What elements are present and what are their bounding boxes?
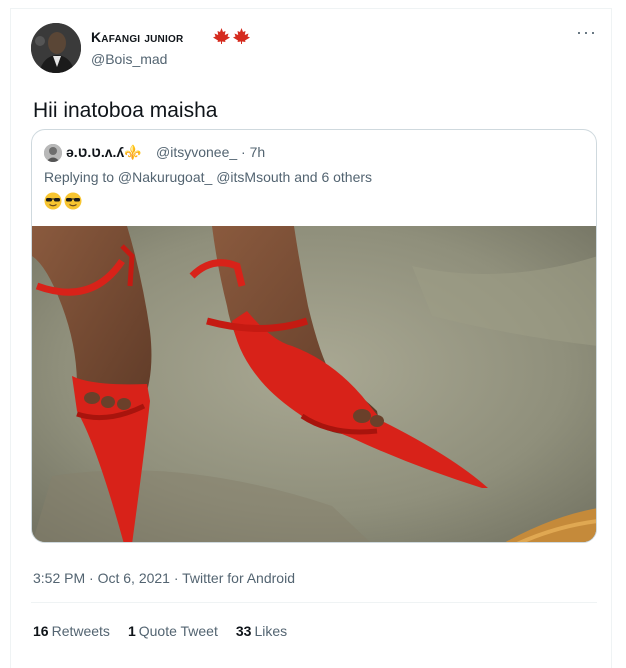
ellipsis-icon[interactable]: ···: [576, 23, 597, 41]
maple-leaf-icon: [233, 28, 250, 44]
quote-photo[interactable]: [32, 226, 596, 542]
sunglasses-emoji-icon: [64, 192, 82, 210]
tweet-timestamp[interactable]: 3:52 PM · Oct 6, 2021 · Twitter for Andr…: [33, 570, 295, 586]
quote-replying-to: Replying to @Nakurugoat_ @itsMsouth and …: [44, 169, 373, 185]
tweet-card: Kafangi junior @Bois_mad ··· Hii inatobo…: [10, 8, 612, 668]
likes-stat[interactable]: 33 Likes: [236, 623, 287, 639]
author-handle[interactable]: @Bois_mad: [91, 51, 167, 67]
divider: [31, 602, 597, 603]
retweets-stat[interactable]: 16 Retweets: [33, 623, 110, 639]
quote-tweets-count: 1: [127, 623, 136, 639]
maple-leaf-icon: [213, 28, 230, 44]
quote-author-avatar: [44, 144, 62, 162]
tweet-text: Hii inatoboa maisha: [33, 99, 218, 122]
sunglasses-emoji-icon: [44, 192, 62, 210]
author-avatar[interactable]: [31, 23, 81, 73]
quoted-tweet[interactable]: ə.ט.ט.ʌ.ʎ⚜️ @itsyvonee_ · 7h Replying to…: [31, 129, 597, 543]
flag-emojis: [213, 28, 250, 44]
quote-tweets-label: Quote Tweet: [138, 623, 218, 639]
retweets-label: Retweets: [51, 623, 110, 639]
likes-label: Likes: [254, 623, 288, 639]
retweets-count: 16: [33, 623, 49, 639]
likes-count: 33: [235, 623, 252, 639]
engagement-stats: 16 Retweets 1 Quote Tweet 33 Likes: [33, 623, 287, 639]
quote-emoji: [44, 192, 82, 210]
quote-author-handle: @itsyvonee_ · 7h: [156, 144, 266, 160]
author-name[interactable]: Kafangi junior: [91, 29, 183, 45]
quote-author-name: ə.ט.ט.ʌ.ʎ⚜️: [66, 144, 142, 160]
quote-tweets-stat[interactable]: 1 Quote Tweet: [128, 623, 218, 639]
